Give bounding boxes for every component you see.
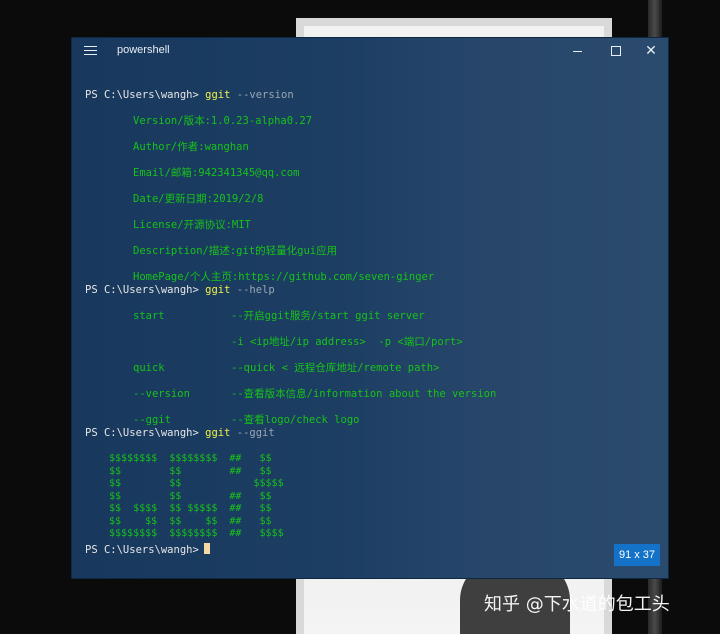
prompt: PS C:\Users\wangh> <box>85 89 199 101</box>
help-description: -i <ip地址/ip address> -p <端口/port> <box>231 336 463 348</box>
output-line: HomePage/个人主页:https://github.com/seven-g… <box>133 271 435 283</box>
close-button[interactable]: ✕ <box>642 42 660 60</box>
terminal-output[interactable]: PS C:\Users\wangh> ggit --version Versio… <box>72 64 668 578</box>
ascii-logo-line: $$$$$$$$ $$$$$$$$ ## $$ <box>109 453 272 464</box>
window-title: powershell <box>117 44 170 56</box>
help-description: --quick < 远程仓库地址/remote path> <box>231 362 440 374</box>
maximize-icon <box>611 46 621 56</box>
prompt: PS C:\Users\wangh> <box>85 544 199 556</box>
command-line: PS C:\Users\wangh> ggit --help <box>85 284 275 297</box>
help-option: --ggit <box>133 414 171 426</box>
command: ggit <box>205 89 231 101</box>
command-arg: --version <box>236 89 294 101</box>
help-option: start <box>133 310 165 322</box>
active-prompt-line[interactable]: PS C:\Users\wangh> <box>85 543 210 557</box>
command-line: PS C:\Users\wangh> ggit --ggit <box>85 427 275 440</box>
terminal-window: powershell ✕ PS C:\Users\wangh> ggit --v… <box>72 38 668 578</box>
output-line: Description/描述:git的轻量化gui应用 <box>133 245 338 257</box>
maximize-button[interactable] <box>607 42 625 60</box>
output-line: License/开源协议:MIT <box>133 219 251 231</box>
help-option: quick <box>133 362 165 374</box>
command-line: PS C:\Users\wangh> ggit --version <box>85 89 294 102</box>
window-size-badge: 91 x 37 <box>614 544 660 566</box>
command-arg: --ggit <box>236 427 275 439</box>
output-line: Email/邮箱:942341345@qq.com <box>133 167 300 179</box>
command: ggit <box>205 284 231 296</box>
watermark: 知乎 @下水道的包工头 <box>484 594 670 615</box>
help-option: --version <box>133 388 190 400</box>
output-line: Author/作者:wanghan <box>133 141 249 153</box>
minimize-icon <box>572 51 582 52</box>
text-cursor <box>203 543 210 554</box>
ascii-logo-line: $$ $$ ## $$ <box>109 490 272 502</box>
ascii-logo-line: $$ $$ $$$$$ <box>109 478 284 489</box>
help-description: --查看logo/check logo <box>231 414 360 426</box>
output-line: Version/版本:1.0.23-alpha0.27 <box>133 115 313 127</box>
output-line: Date/更新日期:2019/2/8 <box>133 193 264 205</box>
minimize-button[interactable] <box>568 42 586 60</box>
help-description: --开启ggit服务/start ggit server <box>231 310 425 322</box>
title-bar[interactable]: powershell ✕ <box>72 38 668 64</box>
help-description: --查看版本信息/information about the version <box>231 388 497 400</box>
ascii-logo-line: $$ $$ $$ $$ ## $$ <box>109 515 272 527</box>
prompt: PS C:\Users\wangh> <box>85 284 199 296</box>
menu-icon[interactable] <box>84 46 97 56</box>
command-arg: --help <box>236 284 275 296</box>
prompt: PS C:\Users\wangh> <box>85 427 199 439</box>
ascii-logo-line: $$$$$$$$ $$$$$$$$ ## $$$$ <box>109 528 284 539</box>
ascii-logo-line: $$ $$$$ $$ $$$$$ ## $$ <box>109 503 272 514</box>
command: ggit <box>205 427 231 439</box>
ascii-logo-line: $$ $$ ## $$ <box>109 465 272 477</box>
